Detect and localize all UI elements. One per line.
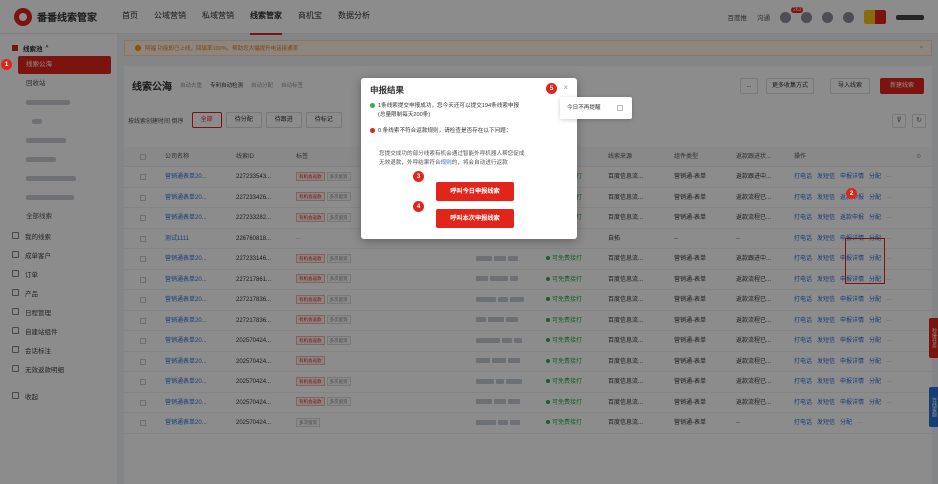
dont-remind-tooltip[interactable]: 今日不再提醒 bbox=[560, 97, 632, 119]
fail-message: 0 条线索不符合返款规则，请检查是否存在以下问题： bbox=[370, 127, 511, 136]
dialog-title: 申报结果 bbox=[370, 85, 405, 95]
step-marker-2: 2 bbox=[846, 188, 857, 199]
close-icon[interactable]: × bbox=[563, 83, 568, 92]
step-marker-5: 5 bbox=[546, 83, 557, 94]
modal-overlay[interactable] bbox=[0, 0, 938, 484]
error-icon bbox=[370, 128, 375, 134]
success-line-2: (总量限制每天200条) bbox=[378, 111, 431, 118]
note-line-c: 的，将会自动进行返款 bbox=[451, 159, 508, 166]
success-icon bbox=[370, 103, 375, 109]
report-result-dialog: 申报结果 × 1条线索提交申报成功，您今天还可以提交194条线索申报 (总量限制… bbox=[361, 78, 577, 239]
rules-link[interactable]: 规则 bbox=[441, 160, 452, 166]
robot-call-note: 您提交成功的部分线索有机会通过智能外呼机器人帮您促成 无效退款，外呼结果符合规则… bbox=[379, 150, 569, 167]
dont-remind-checkbox[interactable] bbox=[617, 105, 623, 111]
step-marker-3: 3 bbox=[413, 171, 424, 182]
dont-remind-label: 今日不再提醒 bbox=[567, 105, 601, 111]
call-today-reports-button[interactable]: 呼叫今日申报线索 bbox=[436, 182, 514, 201]
step-marker-1: 1 bbox=[1, 59, 12, 70]
note-line-a: 您提交成功的部分线索有机会通过智能外呼机器人帮您促成 bbox=[379, 151, 525, 157]
call-this-report-button[interactable]: 呼叫本次申报线索 bbox=[436, 209, 514, 228]
note-line-b: 无效退款，外呼结果符合 bbox=[379, 159, 441, 166]
step-marker-4: 4 bbox=[413, 201, 424, 212]
success-line-1: 1条线索提交申报成功，您今天还可以提交194条线索申报 bbox=[378, 103, 520, 109]
success-message: 1条线索提交申报成功，您今天还可以提交194条线索申报 (总量限制每天200条) bbox=[370, 102, 519, 119]
fail-line: 0 条线索不符合返款规则，请检查是否存在以下问题： bbox=[378, 128, 512, 134]
